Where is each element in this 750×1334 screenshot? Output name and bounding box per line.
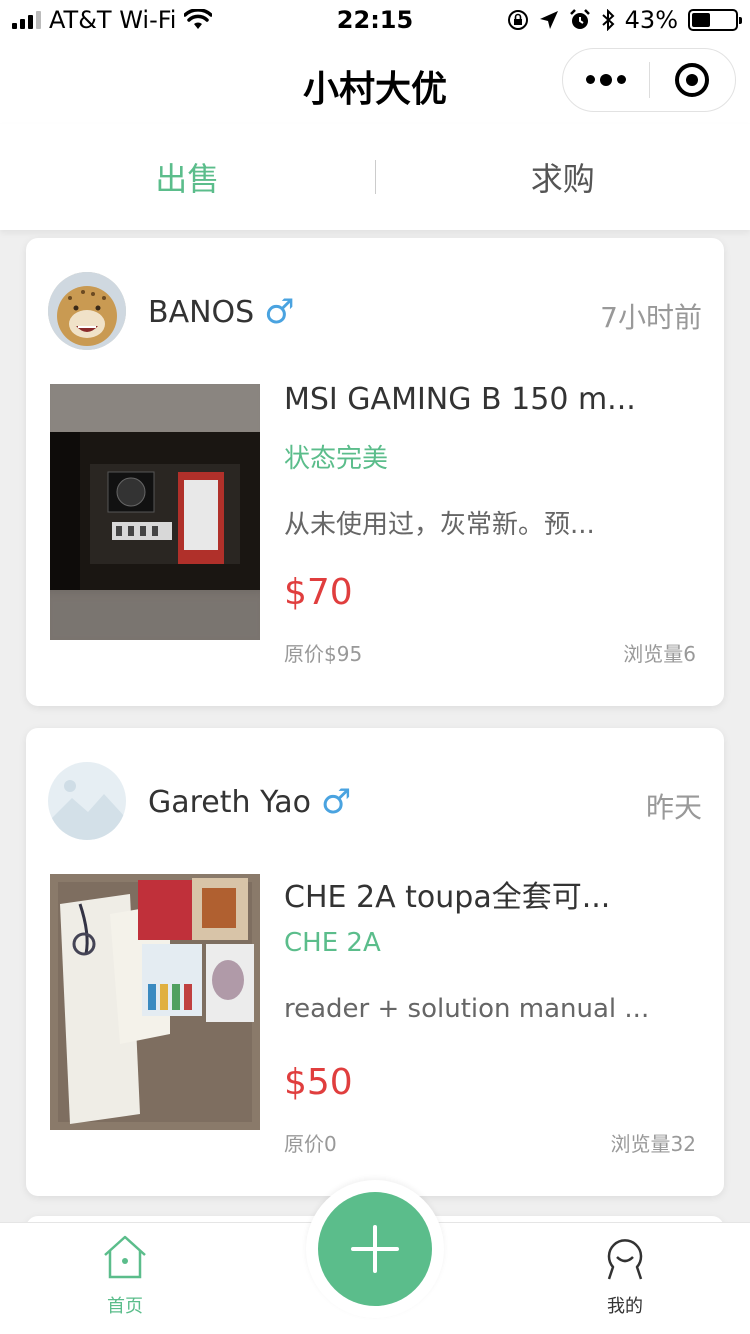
plus-icon <box>351 1225 399 1273</box>
wifi-icon <box>184 9 213 29</box>
listing-card[interactable]: BANOS ♂ 7小时前 MSI GAMING B 150 m... 状态完美 … <box>26 238 724 706</box>
listing-card[interactable]: Gareth Yao ♂ 昨天 CHE 2A toupa全套可... CHE 2… <box>26 728 724 1196</box>
avatar[interactable] <box>48 272 126 350</box>
post-time: 7小时前 <box>600 301 702 334</box>
profile-icon <box>607 1239 643 1280</box>
home-icon <box>104 1235 146 1279</box>
segment-tabs: 出售 求购 <box>0 124 750 230</box>
male-icon: ♂ <box>264 292 295 332</box>
location-icon <box>539 11 558 29</box>
mini-program-capsule <box>562 48 736 112</box>
tab-me[interactable]: 我的 <box>575 1231 675 1318</box>
carrier-label: AT&T Wi-Fi <box>49 6 177 34</box>
status-bar: AT&T Wi-Fi 22:15 43% <box>0 0 750 40</box>
original-price: 原价0 <box>284 1132 337 1156</box>
username-row: Gareth Yao ♂ <box>148 782 352 822</box>
tab-home[interactable]: 首页 <box>75 1231 175 1318</box>
username: Gareth Yao <box>148 784 312 820</box>
username: BANOS <box>148 294 255 330</box>
navigation-bar: 小村大优 <box>0 40 750 124</box>
tab-buy-request[interactable]: 求购 <box>376 154 750 200</box>
bluetooth-icon <box>601 9 615 31</box>
male-icon: ♂ <box>321 782 352 822</box>
original-price: 原价$95 <box>284 642 363 666</box>
add-listing-button[interactable] <box>318 1192 432 1306</box>
post-time: 昨天 <box>645 791 702 824</box>
product-title[interactable]: CHE 2A toupa全套可... <box>284 872 664 916</box>
product-image[interactable] <box>50 384 260 640</box>
tab-home-label: 首页 <box>107 1296 143 1317</box>
view-count: 浏览量6 <box>623 642 696 666</box>
battery-icon <box>688 9 742 31</box>
product-image[interactable] <box>50 874 260 1130</box>
cellular-signal-icon <box>12 11 41 29</box>
rotation-lock-icon <box>507 10 528 30</box>
product-title[interactable]: MSI GAMING B 150 m... <box>284 382 664 417</box>
product-price: $50 <box>284 1062 353 1103</box>
view-count: 浏览量32 <box>610 1132 696 1156</box>
product-description: reader + solution manual ... <box>284 994 650 1024</box>
product-price: $70 <box>284 572 353 613</box>
product-tag: 状态完美 <box>284 444 389 474</box>
close-target-icon[interactable] <box>650 63 736 97</box>
more-icon[interactable] <box>563 73 649 86</box>
tab-sell[interactable]: 出售 <box>0 154 375 200</box>
battery-percent: 43% <box>624 6 678 34</box>
username-row: BANOS ♂ <box>148 292 295 332</box>
tab-me-label: 我的 <box>607 1296 643 1317</box>
product-description: 从未使用过，灰常新。预... <box>284 510 595 540</box>
alarm-icon <box>569 9 590 29</box>
avatar[interactable] <box>48 762 126 840</box>
product-tag: CHE 2A <box>284 928 381 958</box>
